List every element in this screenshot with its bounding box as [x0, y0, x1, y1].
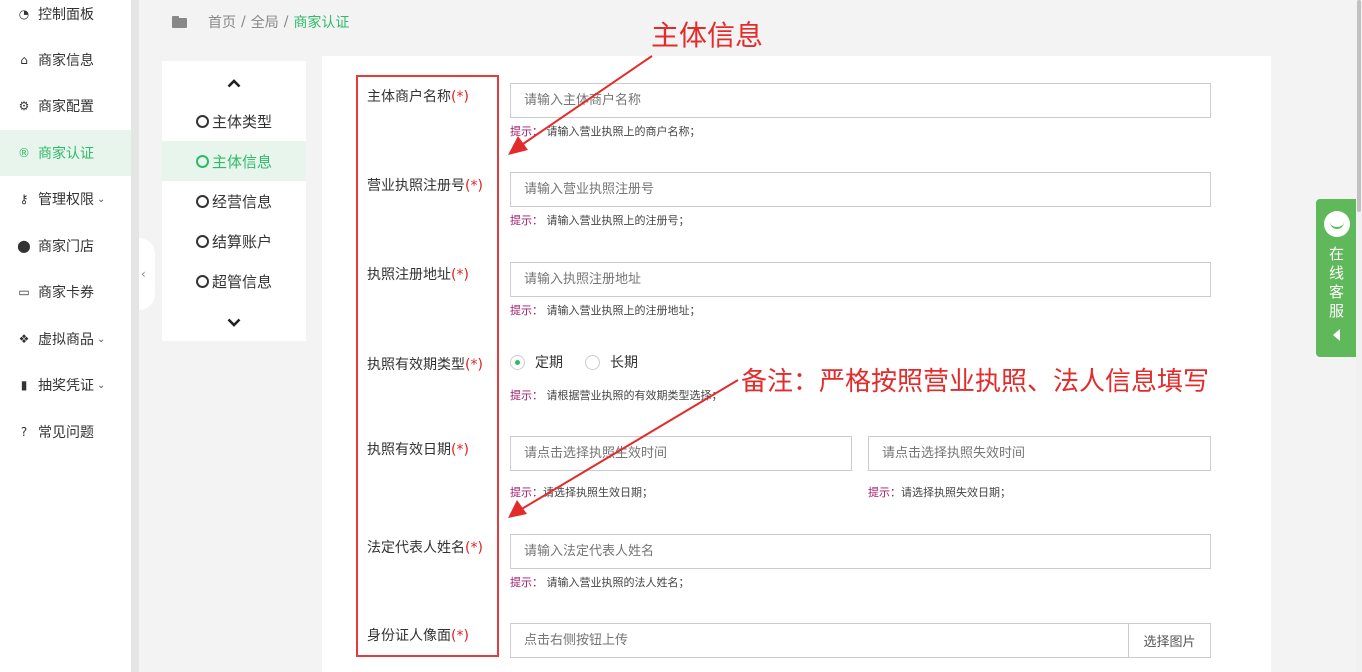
circle-icon: [195, 114, 209, 128]
step-item-0[interactable]: 主体类型: [162, 101, 306, 141]
sidebar-item-8[interactable]: ▮ 抽奖凭证 ⌄: [0, 362, 131, 408]
circle-icon: [195, 234, 209, 248]
sidebar-item-6[interactable]: ▭ 商家卡券: [0, 269, 131, 315]
step-item-label: 结算账户: [211, 232, 272, 251]
chevron-left-icon: ‹: [141, 267, 146, 281]
registered-icon: ®: [18, 146, 30, 160]
breadcrumb-separator: /: [283, 14, 289, 30]
sidebar-divider: [131, 0, 139, 672]
online-service-label: 在线客服: [1328, 245, 1344, 320]
sidebar-item-label: 商家认证: [38, 146, 94, 162]
chevron-down-icon: ⌄: [97, 193, 106, 205]
folder-open-icon: [172, 16, 188, 28]
sidebar-item-9[interactable]: ? 常见问题: [0, 409, 131, 455]
sidebar-item-label: 商家门店: [38, 239, 94, 255]
radio-long-term[interactable]: [585, 354, 600, 370]
cogs-icon: ⚙: [18, 99, 30, 113]
breadcrumb-global-link[interactable]: 全局: [251, 12, 279, 32]
step-item-4[interactable]: 超管信息: [162, 261, 306, 301]
credit-card-icon: ▭: [18, 285, 30, 299]
online-service-widget[interactable]: 在线客服: [1316, 199, 1357, 357]
annotation-highlight-box: [356, 75, 499, 657]
circle-icon: [195, 154, 209, 168]
sidebar-item-label: 商家配置: [38, 99, 94, 115]
radio-long-term-label[interactable]: 长期: [610, 352, 638, 372]
sidebar-item-7[interactable]: ❖ 虚拟商品 ⌄: [0, 316, 131, 362]
sidebar-collapse-button[interactable]: ‹: [139, 238, 155, 310]
license-address-hint: 提示： 请输入营业执照上的注册地址；: [510, 304, 701, 317]
page-scrollbar-thumb[interactable]: [1357, 0, 1361, 212]
sidebar-item-5[interactable]: ⬤ 商家门店: [0, 223, 131, 269]
annotation-title: 主体信息: [651, 19, 764, 52]
sidebar-item-4[interactable]: ⚷ 管理权限 ⌄: [0, 176, 131, 222]
step-item-3[interactable]: 结算账户: [162, 221, 306, 261]
sidebar-item-label: 虚拟商品: [38, 332, 94, 348]
validity-type-radio-group: 定期 长期: [510, 352, 638, 372]
home-icon: ⌂: [20, 53, 28, 67]
breadcrumb-separator: /: [241, 14, 246, 30]
sidebar-item-2[interactable]: ⚙ 商家配置: [0, 83, 131, 129]
license-address-input[interactable]: [510, 262, 1211, 297]
sidebar-item-1[interactable]: ⌂ 商家信息: [0, 37, 131, 83]
step-item-label: 超管信息: [211, 272, 272, 291]
map-marker-icon: ⬤: [17, 239, 31, 253]
validity-start-date-hint: 提示：请选择执照生效日期；: [510, 486, 653, 499]
sidebar-item-label: 控制面板: [38, 7, 94, 23]
sidebar-item-label: 常见问题: [38, 425, 94, 441]
license-number-hint: 提示： 请输入营业执照上的注册号；: [510, 214, 690, 227]
radio-fixed-term[interactable]: [510, 354, 525, 370]
question-circle-icon: ?: [20, 425, 28, 439]
validity-start-date-input[interactable]: [510, 436, 852, 471]
merchant-name-input[interactable]: [510, 83, 1211, 118]
annotation-note: 备注：严格按照营业执照、法人信息填写: [741, 367, 1210, 397]
step-item-label: 主体信息: [211, 152, 272, 171]
sidebar-item-3[interactable]: ® 商家认证: [0, 130, 131, 176]
select-image-button[interactable]: 选择图片: [1128, 623, 1211, 658]
step-item-2[interactable]: 经营信息: [162, 181, 306, 221]
breadcrumb-current: 商家认证: [293, 15, 350, 31]
key-icon: ⚷: [19, 192, 29, 206]
chevron-up-icon: [227, 78, 241, 87]
step-down-button[interactable]: [162, 310, 306, 334]
breadcrumb: 首页 / 全局 / 商家认证: [172, 12, 349, 32]
step-panel: 主体类型主体信息经营信息结算账户超管信息: [162, 61, 306, 341]
validity-end-date-hint: 提示：请选择执照失效日期；: [868, 486, 1011, 499]
sidebar-item-0[interactable]: ◔ 控制面板: [0, 0, 131, 37]
id-front-input[interactable]: [510, 623, 1129, 658]
step-item-1[interactable]: 主体信息: [162, 141, 306, 181]
validity-type-hint: 提示： 请根据营业执照的有效期类型选择；: [510, 389, 723, 402]
chevron-down-icon: ⌄: [97, 379, 106, 391]
step-item-label: 经营信息: [211, 192, 272, 211]
bookmark-icon: ▮: [20, 378, 28, 392]
caret-left-icon: [1333, 329, 1340, 341]
merchant-name-hint: 提示： 请输入营业执照上的商户名称；: [510, 125, 701, 138]
legal-rep-input[interactable]: [510, 534, 1211, 569]
sidebar-item-label: 管理权限: [38, 192, 94, 208]
sidebar-item-label: 商家卡券: [38, 285, 94, 301]
dropbox-icon: ❖: [18, 332, 30, 346]
circle-icon: [195, 194, 209, 208]
circle-icon: [195, 274, 209, 288]
sidebar-item-label: 商家信息: [38, 53, 94, 69]
chevron-down-icon: ⌄: [97, 333, 106, 345]
radio-fixed-term-label[interactable]: 定期: [535, 352, 563, 372]
chevron-down-icon: [227, 318, 241, 327]
legal-rep-hint: 提示： 请输入营业执照的法人姓名；: [510, 576, 690, 589]
step-up-button[interactable]: [162, 71, 306, 95]
sidebar-item-label: 抽奖凭证: [38, 378, 94, 394]
dashboard-icon: ◔: [18, 7, 30, 21]
validity-end-date-input[interactable]: [868, 436, 1211, 471]
license-number-input[interactable]: [510, 172, 1211, 207]
customer-service-icon: [1323, 211, 1350, 237]
step-item-label: 主体类型: [211, 112, 272, 131]
breadcrumb-home-link[interactable]: 首页: [208, 12, 236, 32]
